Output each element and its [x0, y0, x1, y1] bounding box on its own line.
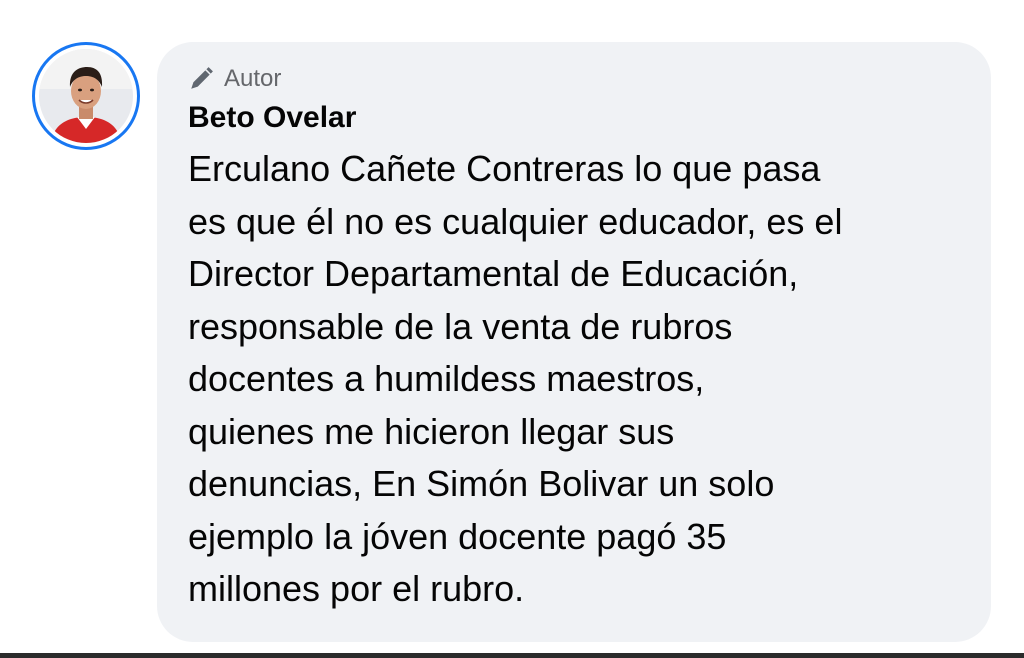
author-name[interactable]: Beto Ovelar — [188, 98, 991, 138]
divider — [0, 653, 1024, 658]
avatar[interactable] — [32, 42, 140, 150]
author-badge-label: Autor — [224, 65, 282, 92]
pencil-icon — [188, 66, 218, 92]
comment-bubble: Autor Beto Ovelar Erculano Cañete Contre… — [157, 42, 991, 642]
author-badge: Autor — [188, 62, 991, 96]
comment-text: Erculano Cañete Contreras lo que pasa es… — [188, 148, 843, 609]
profile-photo — [39, 49, 133, 143]
